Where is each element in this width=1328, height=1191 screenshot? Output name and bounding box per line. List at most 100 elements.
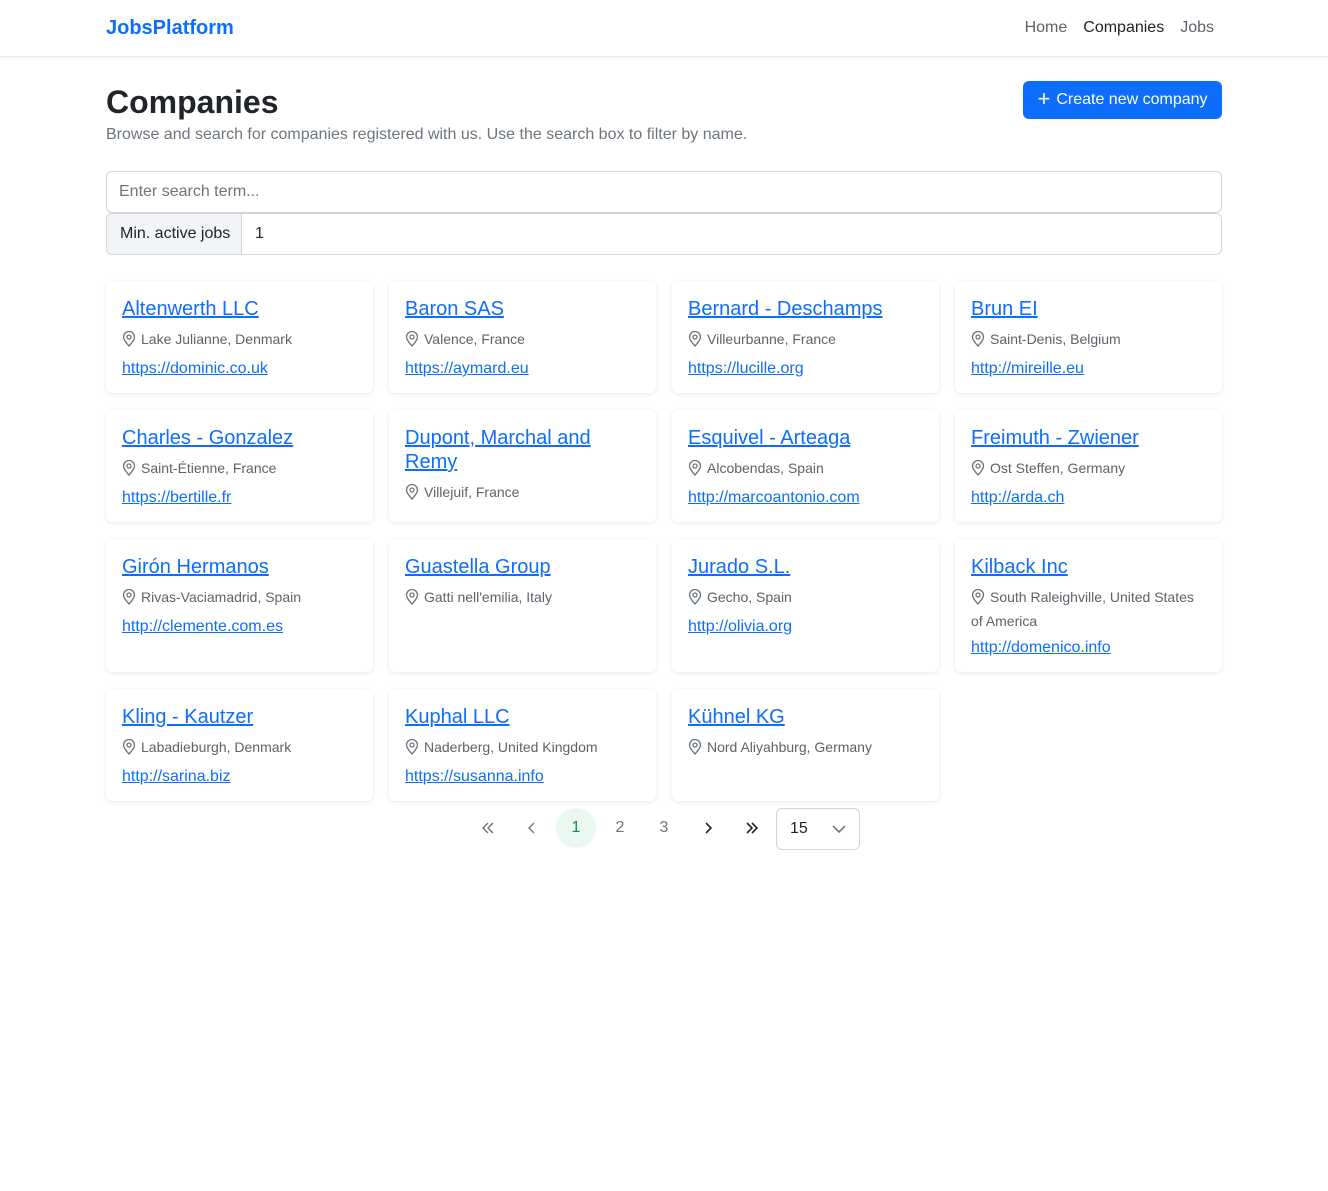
company-name-link[interactable]: Kuphal LLC [405, 705, 640, 729]
last-page-button[interactable] [732, 808, 772, 848]
company-card: Kilback Inc South Raleighville, United St… [955, 539, 1222, 672]
navbar: JobsPlatform Home Companies Jobs [0, 0, 1328, 57]
company-card: Kuphal LLC Naderberg, United Kingdom https… [389, 689, 656, 801]
company-website-link[interactable]: http://olivia.org [688, 617, 792, 637]
nav-links: Home Companies Jobs [1025, 19, 1214, 37]
company-location: Gecho, Spain [688, 587, 923, 611]
brand-logo-link[interactable]: JobsPlatform [106, 17, 234, 40]
company-location: Ost Steffen, Germany [971, 458, 1206, 482]
company-website-link[interactable]: https://susanna.info [405, 767, 544, 787]
company-card: Girón Hermanos Rivas-Vaciamadrid, Spain ht… [106, 539, 373, 672]
company-name-link[interactable]: Kühnel KG [688, 705, 923, 729]
company-website-link[interactable]: http://mireille.eu [971, 359, 1084, 379]
page-button-3[interactable]: 3 [644, 808, 684, 848]
min-active-jobs-input[interactable] [242, 214, 1221, 254]
chevron-double-right-icon [746, 822, 759, 834]
company-location-text: Naderberg, United Kingdom [424, 739, 598, 755]
company-card: Altenwerth LLC Lake Julianne, Denmark http… [106, 281, 373, 393]
map-pin-icon [688, 330, 702, 353]
company-location: Labadieburgh, Denmark [122, 737, 357, 761]
company-location: Alcobendas, Spain [688, 458, 923, 482]
company-location-text: Lake Julianne, Denmark [141, 331, 292, 347]
map-pin-icon [971, 459, 985, 482]
company-website-link[interactable]: http://clemente.com.es [122, 617, 283, 637]
company-name-link[interactable]: Bernard - Deschamps [688, 297, 923, 321]
company-website-link[interactable]: https://dominic.co.uk [122, 359, 268, 379]
company-name-link[interactable]: Charles - Gonzalez [122, 426, 357, 450]
company-card: Esquivel - Arteaga Alcobendas, Spain http:… [672, 410, 939, 522]
company-location-text: Ost Steffen, Germany [990, 460, 1126, 476]
map-pin-icon [971, 588, 985, 611]
company-card: Guastella Group Gatti nell'emilia, Italy [389, 539, 656, 672]
map-pin-icon [122, 459, 136, 482]
company-website-link[interactable]: http://sarina.biz [122, 767, 231, 787]
company-card: Charles - Gonzalez Saint-Étienne, France h… [106, 410, 373, 522]
next-page-button[interactable] [688, 808, 728, 848]
company-name-link[interactable]: Kling - Kautzer [122, 705, 357, 729]
company-website-link[interactable]: https://aymard.eu [405, 359, 529, 379]
min-active-jobs-label: Min. active jobs [107, 214, 242, 254]
company-location: Villeurbanne, France [688, 329, 923, 353]
company-name-link[interactable]: Baron SAS [405, 297, 640, 321]
company-location: South Raleighville, United States of Ame… [971, 587, 1206, 632]
company-location: Gatti nell'emilia, Italy [405, 587, 640, 611]
company-name-link[interactable]: Girón Hermanos [122, 555, 357, 579]
plus-icon: + [1037, 85, 1051, 111]
company-location: Nord Aliyahburg, Germany [688, 737, 923, 761]
previous-page-button[interactable] [512, 808, 552, 848]
nav-link-companies[interactable]: Companies [1083, 19, 1164, 37]
company-card: Baron SAS Valence, France https://aymard.e… [389, 281, 656, 393]
company-location-text: Villejuif, France [424, 484, 520, 500]
create-company-button[interactable]: + Create new company [1023, 81, 1222, 119]
company-location: Valence, France [405, 329, 640, 353]
company-location-text: Valence, France [424, 331, 525, 347]
nav-link-home[interactable]: Home [1025, 19, 1068, 37]
chevron-left-icon [528, 822, 535, 834]
company-name-link[interactable]: Kilback Inc [971, 555, 1206, 579]
company-name-link[interactable]: Esquivel - Arteaga [688, 426, 923, 450]
company-card: Dupont, Marchal and Remy Villejuif, Franc… [389, 410, 656, 522]
page-button-2[interactable]: 2 [600, 808, 640, 848]
map-pin-icon [122, 588, 136, 611]
company-name-link[interactable]: Guastella Group [405, 555, 640, 579]
company-location-text: South Raleighville, United States of Ame… [971, 589, 1194, 629]
company-website-link[interactable]: http://domenico.info [971, 638, 1111, 658]
company-location-text: Saint-Denis, Belgium [990, 331, 1121, 347]
company-location: Rivas-Vaciamadrid, Spain [122, 587, 357, 611]
page-size-value: 15 [790, 820, 808, 837]
company-name-link[interactable]: Freimuth - Zwiener [971, 426, 1206, 450]
map-pin-icon [688, 588, 702, 611]
page-button-1[interactable]: 1 [556, 808, 596, 848]
company-name-link[interactable]: Dupont, Marchal and Remy [405, 426, 640, 474]
company-website-link[interactable]: https://lucille.org [688, 359, 804, 379]
company-website-link[interactable]: http://arda.ch [971, 488, 1064, 508]
map-pin-icon [405, 738, 419, 761]
company-location-text: Rivas-Vaciamadrid, Spain [141, 589, 302, 605]
map-pin-icon [971, 330, 985, 353]
company-card: Bernard - Deschamps Villeurbanne, France h… [672, 281, 939, 393]
company-website-link[interactable]: http://marcoantonio.com [688, 488, 860, 508]
nav-link-jobs[interactable]: Jobs [1180, 19, 1214, 37]
min-active-jobs-group: Min. active jobs [106, 213, 1222, 255]
create-company-label: Create new company [1056, 91, 1208, 108]
company-card: Freimuth - Zwiener Ost Steffen, Germany ht… [955, 410, 1222, 522]
chevron-right-icon [705, 822, 713, 834]
search-input[interactable] [106, 171, 1222, 213]
company-location: Saint-Denis, Belgium [971, 329, 1206, 353]
page-description: Browse and search for companies register… [106, 126, 748, 143]
company-name-link[interactable]: Brun EI [971, 297, 1206, 321]
chevron-double-left-icon [482, 822, 494, 834]
company-location: Lake Julianne, Denmark [122, 329, 357, 353]
company-location: Naderberg, United Kingdom [405, 737, 640, 761]
map-pin-icon [405, 588, 419, 611]
map-pin-icon [122, 330, 136, 353]
company-website-link[interactable]: https://bertille.fr [122, 488, 231, 508]
first-page-button[interactable] [468, 808, 508, 848]
page-size-select[interactable]: 15 [776, 808, 860, 850]
company-location-text: Nord Aliyahburg, Germany [707, 739, 872, 755]
company-name-link[interactable]: Altenwerth LLC [122, 297, 357, 321]
map-pin-icon [405, 330, 419, 353]
company-name-link[interactable]: Jurado S.L. [688, 555, 923, 579]
company-location-text: Gatti nell'emilia, Italy [424, 589, 552, 605]
company-card: Jurado S.L. Gecho, Spain http://olivia.org [672, 539, 939, 672]
